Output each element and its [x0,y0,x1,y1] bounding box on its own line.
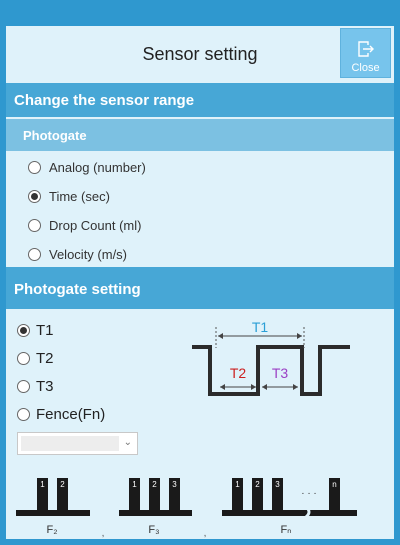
svg-text:,: , [102,528,105,539]
svg-text:1: 1 [40,480,45,489]
range-option-label: Drop Count (ml) [49,217,142,233]
exit-icon [358,41,374,57]
gate-option-label: T1 [36,321,54,339]
sensor-range-heading: Change the sensor range [6,83,394,117]
gate-option-t2[interactable]: T2 [17,348,54,368]
dialog-title: Sensor setting [142,44,258,64]
radio-button[interactable] [17,407,30,421]
radio-button[interactable] [28,218,41,232]
radio-button[interactable] [17,379,30,393]
range-option-time[interactable]: Time (sec) [28,186,110,206]
svg-text:F₂: F₂ [47,524,58,536]
range-option-velocity[interactable]: Velocity (m/s) [28,244,127,264]
fence-f3: 1 2 3 F₃ [119,478,192,536]
t1-label: T1 [252,319,269,335]
svg-text:n: n [332,480,336,489]
chevron-down-icon: ⌄ [123,437,132,448]
gate-option-label: T3 [36,377,54,395]
range-option-label: Velocity (m/s) [49,246,128,262]
t3-label: T3 [272,365,289,381]
svg-text:F₃: F₃ [148,524,159,536]
gate-option-t1[interactable]: T1 [17,320,54,340]
svg-text:2: 2 [152,480,157,489]
fence-f2: 1 2 F₂ [16,478,90,536]
svg-text:3: 3 [275,480,280,489]
svg-text:1: 1 [235,480,240,489]
svg-text:2: 2 [60,480,65,489]
fence-fn: 1 2 3 n · · · Fₙ [222,478,357,536]
photogate-group-heading: Photogate [6,119,394,151]
svg-text:,: , [204,528,207,539]
radio-button-selected[interactable] [17,323,30,337]
close-button[interactable]: Close [340,28,391,78]
fence-count-value [21,436,119,451]
gate-option-label: Fence(Fn) [36,405,106,423]
timing-diagram: T1 T2 T3 [192,319,350,396]
radio-button[interactable] [28,160,41,174]
photogate-setting-heading: Photogate setting [6,267,394,309]
gate-option-t3[interactable]: T3 [17,376,54,396]
range-option-label: Analog (number) [49,159,146,175]
window-top-bar [0,0,400,26]
range-option-drop-count[interactable]: Drop Count (ml) [28,215,141,235]
radio-button[interactable] [28,247,41,261]
svg-text:2: 2 [255,480,260,489]
svg-text:3: 3 [172,480,177,489]
radio-button[interactable] [17,351,30,365]
range-option-analog[interactable]: Analog (number) [28,157,146,177]
svg-text:1: 1 [132,480,137,489]
gate-option-label: T2 [36,349,54,367]
svg-text:· · ·: · · · [301,488,317,499]
fence-diagrams: 1 2 F₂ , 1 2 3 F₃ , 1 2 3 n · · · Fₙ [16,478,357,539]
gate-option-fence[interactable]: Fence(Fn) [17,404,105,424]
svg-text:Fₙ: Fₙ [280,524,291,536]
t2-label: T2 [230,365,247,381]
radio-button-selected[interactable] [28,189,41,203]
dialog-header: Sensor setting Close [6,26,394,83]
range-option-label: Time (sec) [49,188,110,204]
close-button-label: Close [351,62,380,74]
sensor-setting-dialog: Sensor setting Close Change the sensor r… [6,26,394,539]
fence-count-select[interactable]: ⌄ [17,432,138,455]
